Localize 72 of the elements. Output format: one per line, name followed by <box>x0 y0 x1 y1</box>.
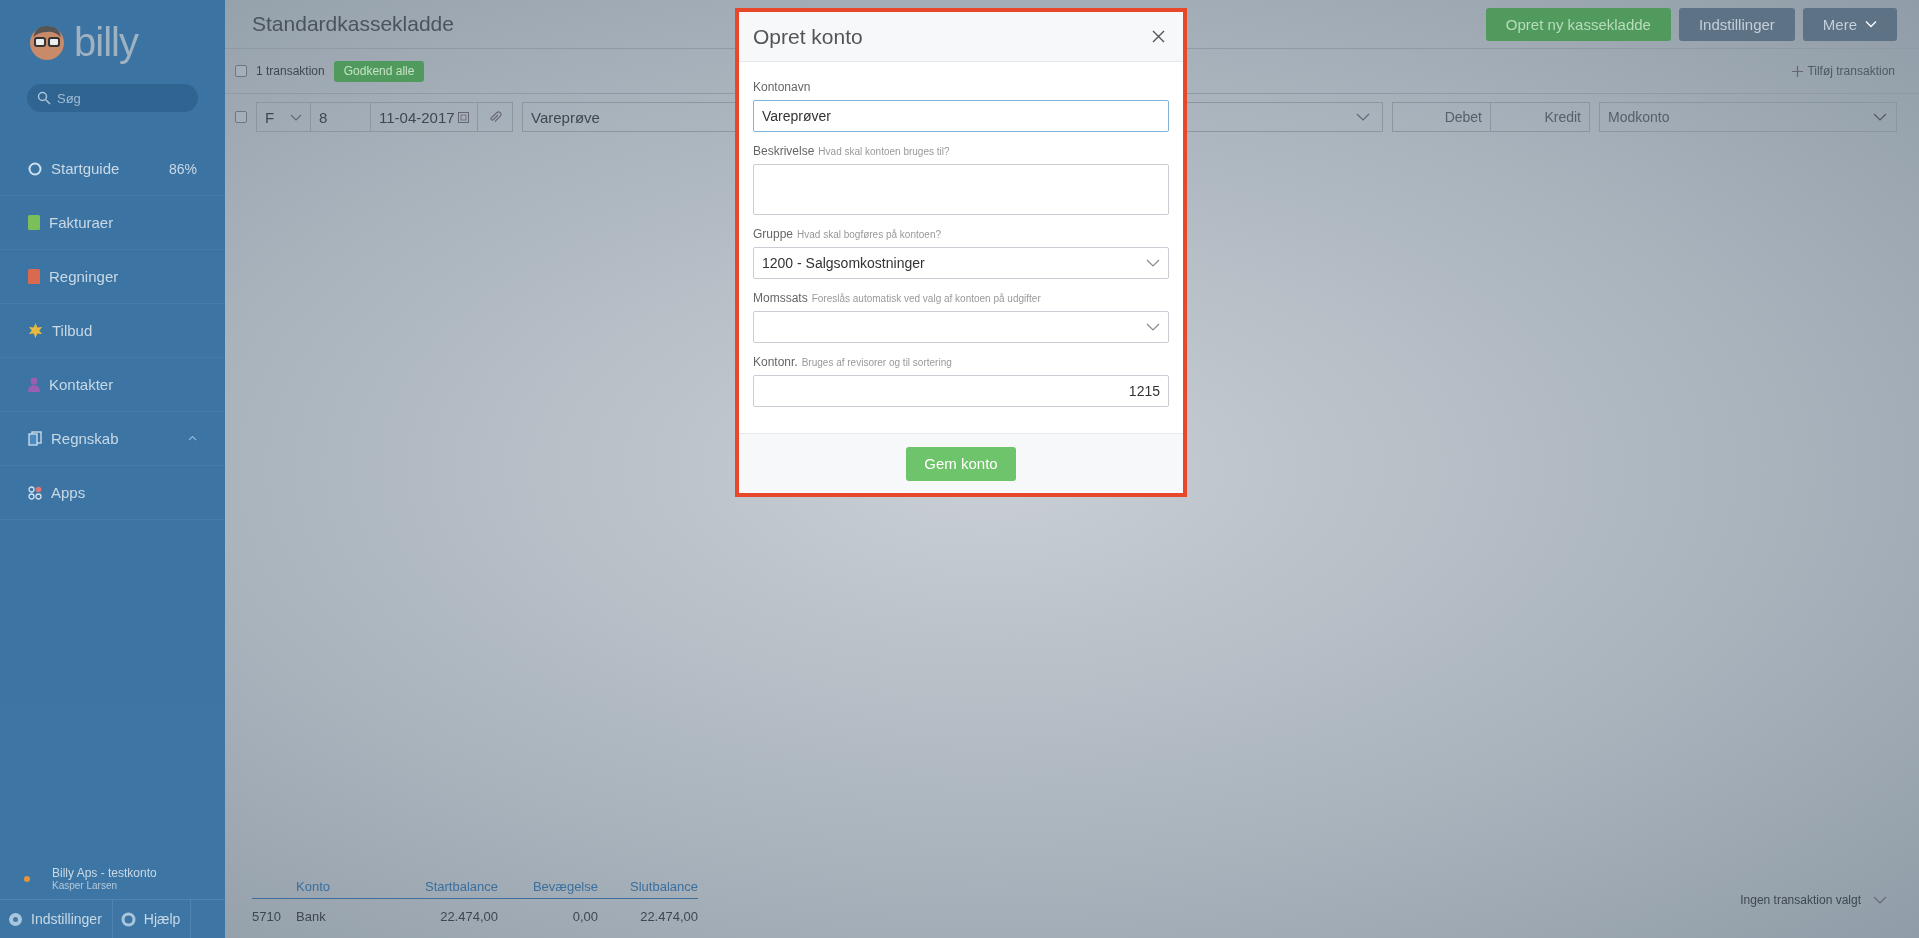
header-button[interactable]: Opret ny kassekladde <box>1485 7 1671 41</box>
contra-account-select[interactable]: Modkonto <box>1599 102 1897 132</box>
nav-label: Kontakter <box>49 376 115 393</box>
nav-label: Regnskab <box>51 430 120 447</box>
column-header: Startbalance <box>425 879 498 894</box>
description-textarea[interactable] <box>753 164 1169 215</box>
nav-label: Tilbud <box>52 322 94 339</box>
header-button[interactable]: Mere <box>1802 7 1897 41</box>
chevron-down-icon <box>290 113 302 121</box>
checkbox[interactable] <box>235 111 247 123</box>
nav-label: Startguide <box>51 160 121 177</box>
calendar-icon <box>458 111 469 123</box>
apps-icon <box>28 485 42 500</box>
search-field[interactable]: Søg <box>27 84 198 112</box>
chevron-down-icon <box>1356 113 1370 121</box>
field-label: Momssats Foreslås automatisk ved valg af kontoen på udgifter <box>753 291 1042 305</box>
field-label: Kontonavn <box>753 80 812 94</box>
column-header: Slutbalance <box>630 879 698 894</box>
chevron-down-icon <box>1146 323 1160 331</box>
table-cell: 5710 <box>252 909 281 924</box>
dialog-title: Opret konto <box>753 24 863 49</box>
nav-label: Regninger <box>49 268 120 285</box>
type-select[interactable]: F <box>256 102 311 132</box>
selection-status: Ingen transaktion valgt <box>1740 893 1861 907</box>
column-header: Konto <box>296 879 330 894</box>
logo[interactable]: billy <box>74 20 138 64</box>
chevron-down-icon <box>1873 113 1887 121</box>
select-field[interactable]: 1200 - Salgsomkostninger <box>753 247 1169 279</box>
date-field[interactable]: 11-04-2017 <box>371 102 478 132</box>
chevron-icon <box>188 434 197 443</box>
caret-icon <box>1865 20 1877 28</box>
progress-ring-icon <box>28 161 42 176</box>
nav-label: Apps <box>51 484 87 501</box>
chevron-down-icon <box>1146 259 1160 267</box>
number-field[interactable]: 8 <box>311 102 371 132</box>
footer-link[interactable]: Hjælp <box>112 900 192 938</box>
plus-icon <box>1792 65 1804 77</box>
close-icon <box>1152 30 1165 43</box>
save-button[interactable]: Gem konto <box>906 446 1016 481</box>
input-field[interactable]: 1215 <box>753 375 1169 407</box>
attach-button[interactable] <box>478 102 513 132</box>
lifebuoy-icon <box>120 911 136 927</box>
user-name: Kasper Larsen <box>52 880 119 891</box>
chevron-down-icon <box>1873 896 1887 904</box>
debit-field[interactable]: Debet <box>1392 102 1491 132</box>
table-cell: 22.474,00 <box>640 909 698 924</box>
column-header: Bevægelse <box>532 879 598 894</box>
paperclip-icon <box>488 110 502 124</box>
table-cell: 22.474,00 <box>440 909 498 924</box>
select-field[interactable] <box>753 311 1169 343</box>
avatar-icon <box>28 23 66 61</box>
table-cell: Bank <box>296 909 326 924</box>
progress-percent: 86% <box>168 160 197 177</box>
credit-field[interactable]: Kredit <box>1491 102 1590 132</box>
account-switcher[interactable]: Billy Aps - testkonto Kasper Larsen <box>0 858 225 899</box>
field-label: Gruppe Hvad skal bogføres på kontoen? <box>753 227 942 241</box>
header-button[interactable]: Indstillinger <box>1678 7 1795 41</box>
status-dot-icon <box>24 875 30 882</box>
checkbox[interactable] <box>235 65 247 77</box>
input-field[interactable]: Vareprøver <box>753 100 1169 132</box>
footer-link[interactable]: Indstillinger <box>0 900 113 938</box>
page-title: Standardkassekladde <box>252 12 455 36</box>
pages-icon <box>28 431 42 446</box>
table-cell: 0,00 <box>572 909 598 924</box>
nav-label: Fakturaer <box>49 214 115 231</box>
field-label: Kontonr. Bruges af revisorer og til sortering <box>753 355 953 369</box>
add-transaction-link[interactable]: Tilføj transaktion <box>1786 63 1901 79</box>
transaction-count: 1 transaktion <box>256 64 325 78</box>
field-label: Beskrivelse Hvad skal kontoen bruges til? <box>753 144 951 158</box>
account-name: Billy Aps - testkonto <box>52 866 157 880</box>
approve-all-button[interactable]: Godkend alle <box>333 60 425 82</box>
search-icon <box>37 91 51 105</box>
